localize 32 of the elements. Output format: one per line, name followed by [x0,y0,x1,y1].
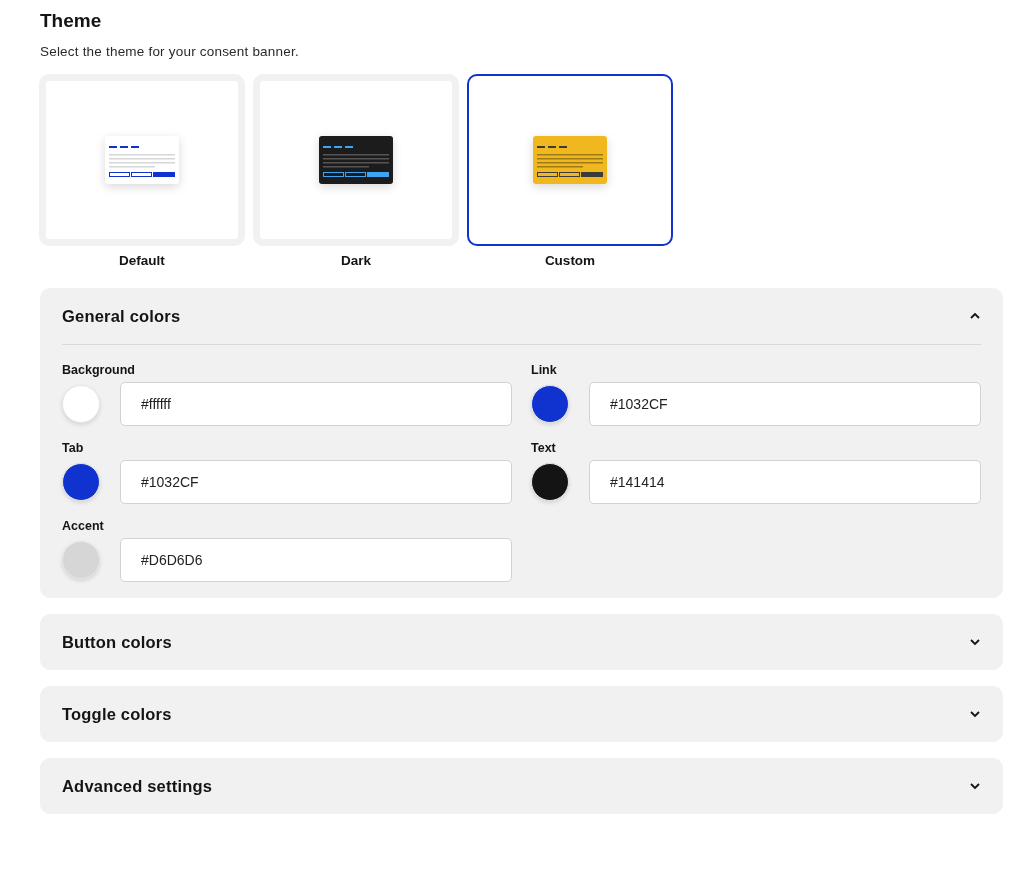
accordion-header[interactable]: Toggle colors [62,686,981,742]
accordion-header[interactable]: Button colors [62,614,981,670]
theme-label: Dark [341,252,371,270]
accordion-title: Advanced settings [62,776,213,796]
color-swatch[interactable] [531,463,569,501]
chevron-down-icon[interactable] [969,708,981,720]
field-label: Background [62,362,135,378]
color-swatch[interactable] [62,541,100,579]
field-label: Text [531,440,556,456]
color-field[interactable]: #1032CF [589,382,981,426]
color-field[interactable]: #1032CF [120,460,512,504]
chevron-down-icon[interactable] [969,780,981,792]
section-title: Theme [40,9,103,33]
accordion-title: General colors [62,306,181,326]
color-field[interactable]: #D6D6D6 [120,538,512,582]
description: Select the theme for your consent banner. [40,44,300,59]
chevron-down-icon[interactable] [969,636,981,648]
accordion-title: Button colors [62,632,172,652]
field-label: Accent [62,518,104,534]
accordion-header[interactable]: Advanced settings [62,758,981,814]
accordion-title: Toggle colors [62,704,172,724]
color-swatch[interactable] [531,385,569,423]
field-label: Link [531,362,557,378]
color-field[interactable]: #ffffff [120,382,512,426]
accordion-header[interactable]: General colors [62,288,981,344]
field-label: Tab [62,440,84,456]
color-swatch[interactable] [62,463,100,501]
theme-label: Custom [544,252,596,270]
color-swatch[interactable] [62,385,100,423]
theme-option[interactable] [467,74,673,246]
theme-label: Default [119,252,165,270]
color-field[interactable]: #141414 [589,460,981,504]
